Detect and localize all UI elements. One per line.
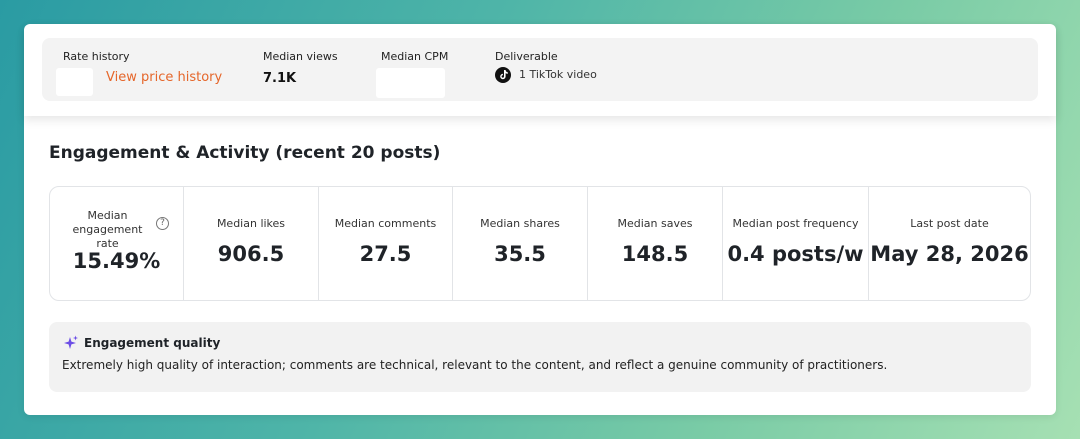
stat-post-frequency: Median post frequency 0.4 posts/w [723,187,869,300]
stat-engagement-rate: Median engagement rate ? 15.49% [50,187,184,300]
view-price-history-link[interactable]: View price history [106,70,222,85]
sparkle-icon [64,335,78,349]
stat-median-comments: Median comments 27.5 [319,187,453,300]
stat-value: 0.4 posts/w [727,242,864,266]
median-views-label: Median views [263,50,338,63]
stat-label: Median saves [617,217,693,230]
summary-bar: Rate history View price history Median v… [42,38,1038,101]
stat-median-saves: Median saves 148.5 [588,187,723,300]
rate-history-label: Rate history [63,50,130,63]
engagement-quality-text: Extremely high quality of interaction; c… [62,358,888,372]
stat-label: Median engagement rate [72,209,143,250]
stat-label: Median post frequency [732,217,859,230]
stat-value: 906.5 [217,242,285,266]
rate-history-placeholder [56,68,93,96]
help-icon[interactable]: ? [156,217,169,230]
engagement-stats-grid: Median engagement rate ? 15.49% Median l… [49,186,1031,301]
stat-last-post-date: Last post date May 28, 2026 [869,187,1030,300]
stat-median-likes: Median likes 906.5 [184,187,319,300]
median-cpm-label: Median CPM [381,50,449,63]
stat-value: 27.5 [359,242,412,266]
tiktok-icon [495,67,511,83]
stat-label: Last post date [910,217,989,230]
creator-stats-card: Rate history View price history Median v… [24,24,1056,415]
deliverable-text: 1 TikTok video [519,68,597,81]
engagement-section-title: Engagement & Activity (recent 20 posts) [49,143,441,163]
stat-value: 35.5 [494,242,546,266]
stat-label: Median comments [334,217,437,230]
stat-label: Median likes [216,217,286,230]
stat-value: 15.49% [72,249,161,273]
deliverable-label: Deliverable [495,50,558,63]
median-cpm-placeholder [376,68,445,98]
stat-value: 148.5 [621,242,689,266]
engagement-quality-title: Engagement quality [84,336,221,350]
stat-value: May 28, 2026 [870,242,1029,266]
stat-median-shares: Median shares 35.5 [453,187,588,300]
engagement-quality-panel: Engagement quality Extremely high qualit… [49,322,1031,392]
median-views-value: 7.1K [263,71,297,86]
stat-label: Median shares [480,217,560,230]
